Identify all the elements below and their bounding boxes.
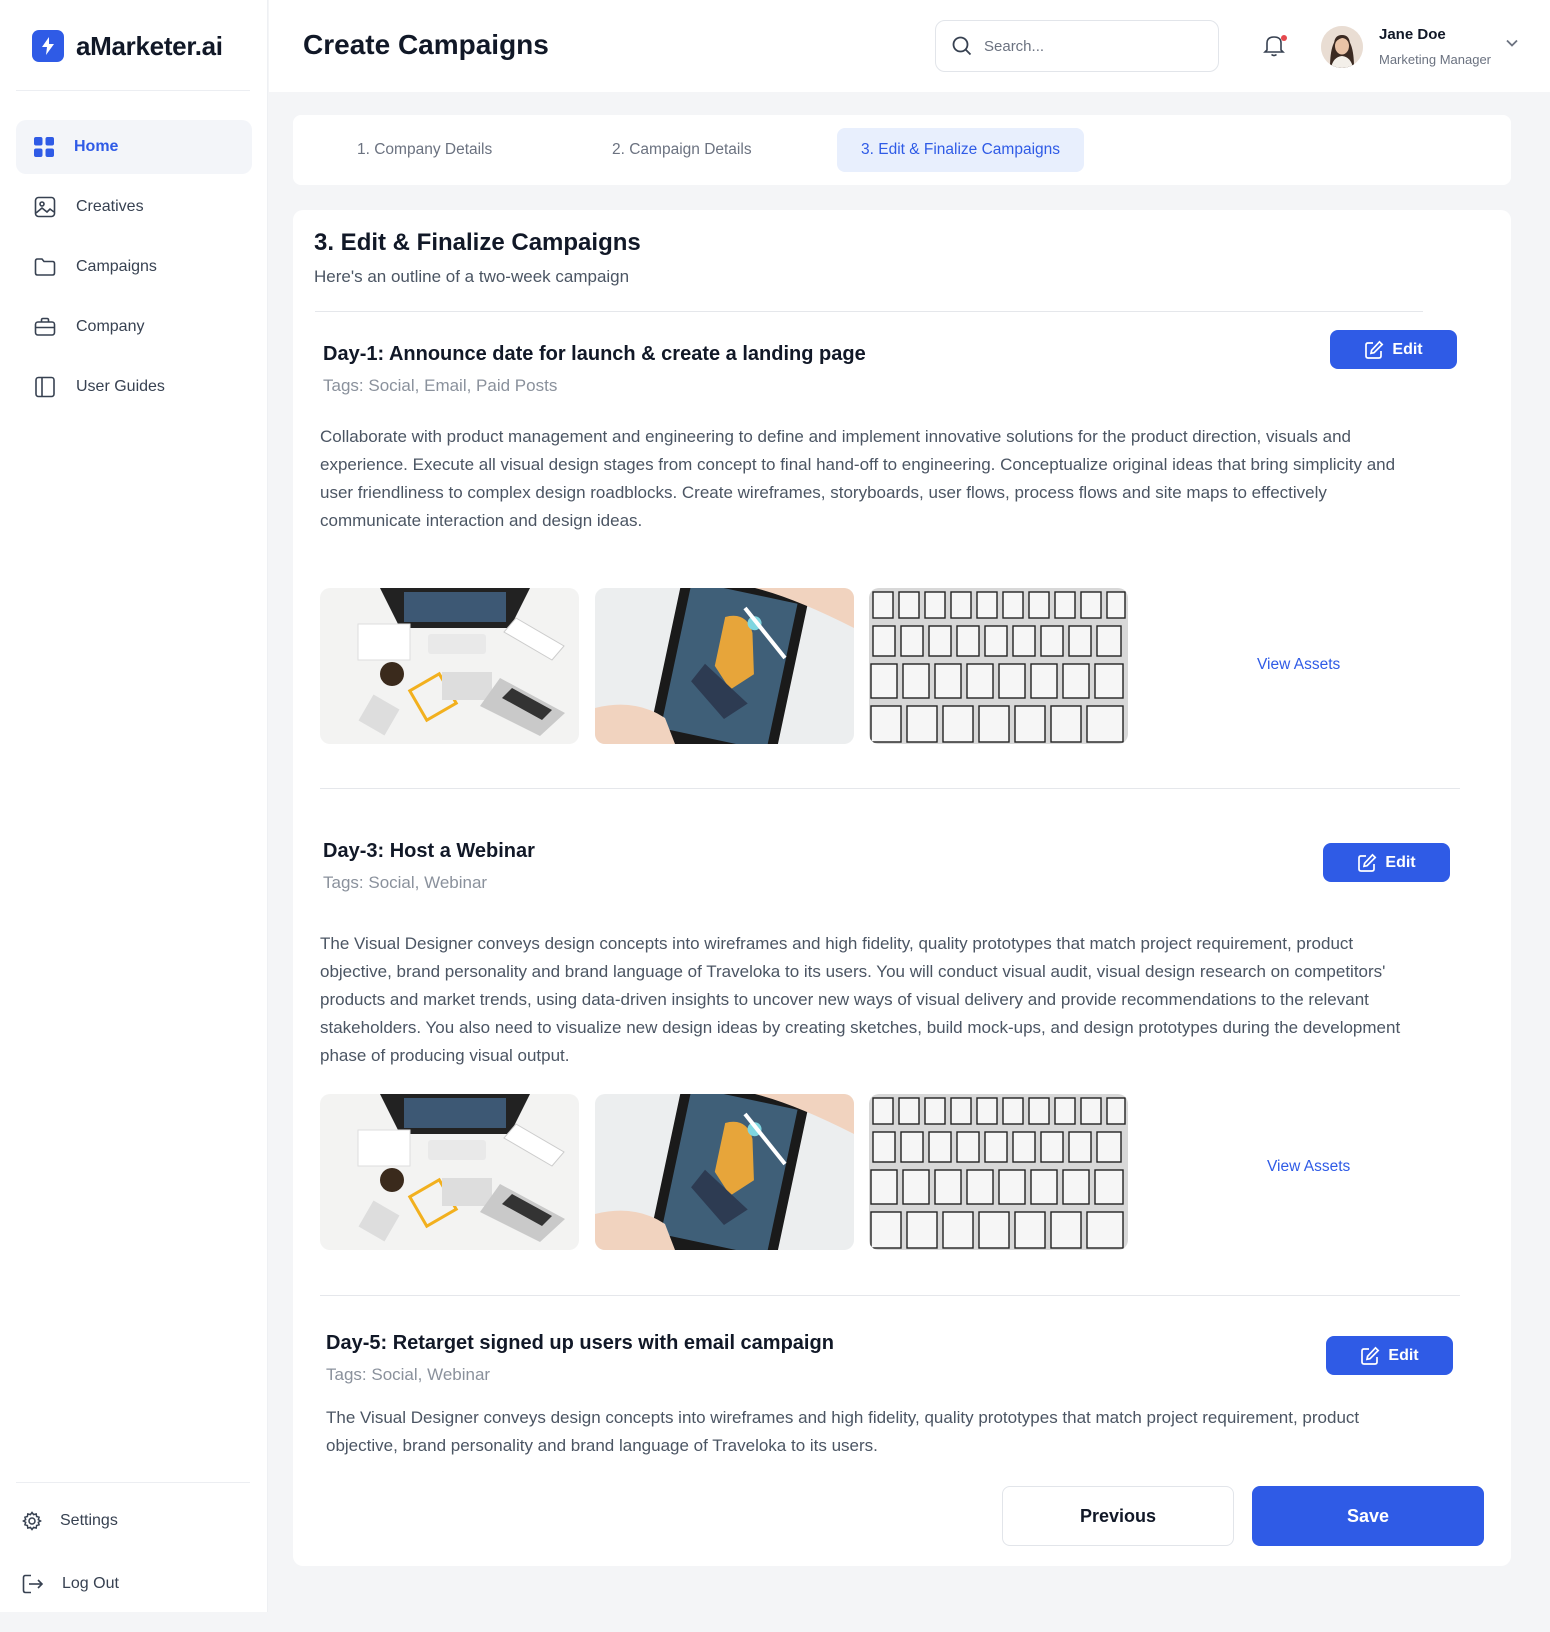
brand[interactable]: aMarketer.ai [32,30,223,62]
image-icon [34,196,56,218]
sidebar-item-creatives[interactable]: Creatives [16,180,252,234]
day-tags: Tags: Social, Webinar [326,1365,491,1384]
search-icon [952,36,972,56]
save-button[interactable]: Save [1252,1486,1484,1546]
asset-thumbnail-tablet[interactable] [595,1094,854,1250]
chevron-down-icon[interactable] [1505,38,1519,48]
day-description: The Visual Designer conveys design conce… [326,1408,1360,1455]
top-header: Create Campaigns Jane Doe Marketing Mana… [269,0,1550,92]
gear-icon [22,1511,42,1531]
edit-button[interactable]: Edit [1326,1336,1453,1375]
asset-thumbnail-desk[interactable] [320,588,579,744]
bolt-icon [32,30,64,62]
sidebar-item-home[interactable]: Home [16,120,252,174]
view-assets-link[interactable]: View Assets [1267,1158,1350,1176]
step-campaign-details[interactable]: 2. Campaign Details [588,128,776,172]
logout-icon [22,1574,44,1594]
stepper: 1. Company Details 2. Campaign Details 3… [293,115,1511,185]
divider [315,311,1423,312]
edit-button[interactable]: Edit [1323,843,1450,882]
book-icon [35,376,55,398]
edit-icon [1365,340,1384,359]
settings-label: Settings [60,1512,118,1529]
day-title: Day-3: Host a Webinar [323,840,535,862]
day-description: The Visual Designer conveys design conce… [320,934,1401,1065]
section-subtitle: Here's an outline of a two-week campaign [314,267,630,286]
day-description: Collaborate with product management and … [320,427,1396,530]
sidebar-item-label: Campaigns [76,258,157,275]
edit-button[interactable]: Edit [1330,330,1457,369]
sidebar-item-company[interactable]: Company [16,300,252,354]
day-tags: Tags: Social, Email, Paid Posts [323,376,558,395]
asset-thumbnail-tablet[interactable] [595,588,854,744]
sidebar-item-user-guides[interactable]: User Guides [16,360,252,414]
day-tags: Tags: Social, Webinar [323,873,488,892]
step-company-details[interactable]: 1. Company Details [333,128,516,172]
logout-label: Log Out [62,1575,119,1592]
notification-button[interactable] [1263,33,1289,59]
sidebar-nav: Home Creatives Campaigns Company User Gu… [16,120,252,420]
edit-label: Edit [1388,1346,1419,1364]
logout-link[interactable]: Log Out [22,1574,119,1594]
avatar[interactable] [1321,26,1363,68]
sidebar-item-label: Home [74,138,119,155]
section-title: 3. Edit & Finalize Campaigns [314,229,641,256]
asset-thumbnail-desk[interactable] [320,1094,579,1250]
edit-icon [1358,853,1377,872]
divider [16,1482,250,1483]
divider [16,90,250,91]
search-box[interactable] [935,20,1219,72]
user-role: Marketing Manager [1379,52,1491,67]
edit-label: Edit [1385,853,1416,871]
day-title: Day-5: Retarget signed up users with ema… [326,1332,834,1354]
search-input[interactable] [984,37,1184,55]
view-assets-link[interactable]: View Assets [1257,656,1340,674]
campaign-card: 3. Edit & Finalize Campaigns Here's an o… [293,210,1511,1566]
briefcase-icon [34,317,56,336]
sidebar-item-label: User Guides [76,378,165,395]
asset-thumbnail-sketches[interactable] [869,1094,1128,1250]
step-edit-finalize[interactable]: 3. Edit & Finalize Campaigns [837,128,1085,172]
sidebar-item-label: Creatives [76,198,144,215]
settings-link[interactable]: Settings [22,1511,118,1531]
edit-label: Edit [1392,340,1423,358]
grid-icon [34,137,54,157]
brand-name: aMarketer.ai [76,30,223,61]
folder-icon [34,258,56,276]
divider [320,1295,1460,1296]
edit-icon [1361,1346,1380,1365]
previous-button[interactable]: Previous [1002,1486,1234,1546]
sidebar-item-campaigns[interactable]: Campaigns [16,240,252,294]
page-title: Create Campaigns [303,29,549,60]
sidebar-item-label: Company [76,318,145,335]
notification-dot [1281,35,1287,41]
divider [320,788,1460,789]
day-title: Day-1: Announce date for launch & create… [323,343,866,365]
asset-thumbnail-sketches[interactable] [869,588,1128,744]
sidebar: aMarketer.ai Home Creatives Campaigns Co… [0,0,268,1612]
user-name: Jane Doe [1379,26,1446,43]
